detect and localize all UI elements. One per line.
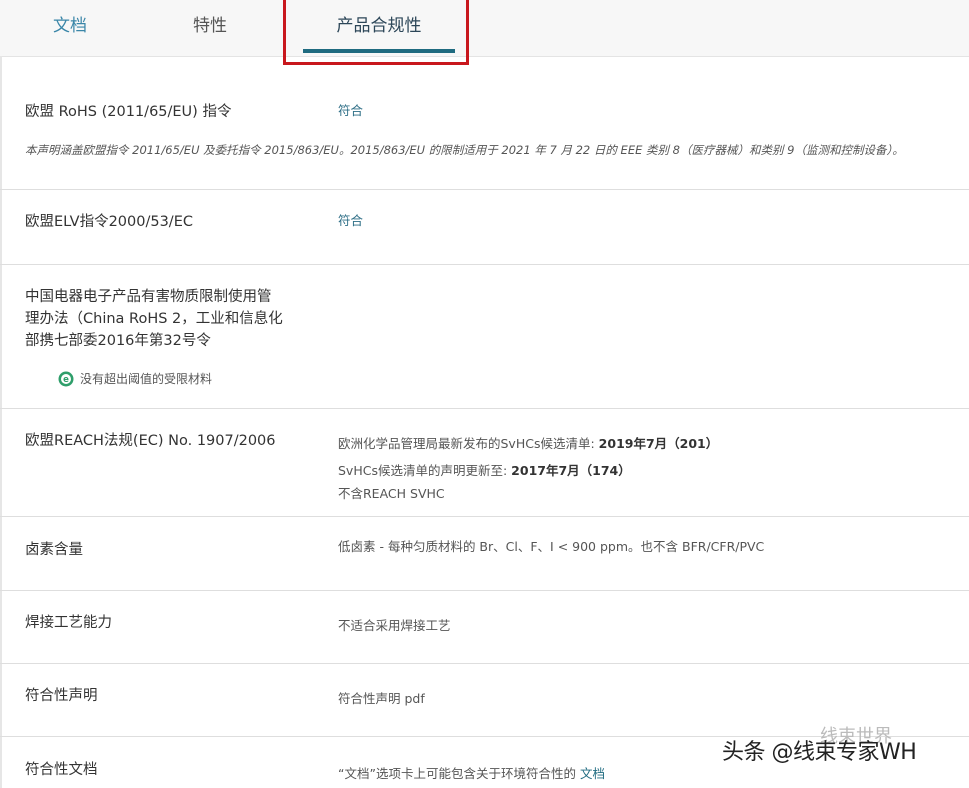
row-solder-process: 焊接工艺能力 不适合采用焊接工艺 [0,590,969,664]
tab-compliance[interactable]: 产品合规性 [303,0,455,56]
reach-line-2: SvHCs候选清单的声明更新至: 2017年7月（174） [338,461,631,481]
row-value: 符合 [338,103,364,118]
row-label: 卤素含量 [25,542,83,558]
row-note: 本声明涵盖欧盟指令 2011/65/EU 及委托指令 2015/863/EU。2… [25,143,904,157]
reach-line-1-text: 欧洲化学品管理局最新发布的SvHCs候选清单: [338,436,599,451]
tab-features[interactable]: 特性 [162,0,258,56]
reach-line-3: 不含REACH SVHC [338,486,445,501]
row-label: 焊接工艺能力 [25,615,112,631]
tab-bar: 文档 特性 产品合规性 [0,0,969,57]
row-halogen: 卤素含量 低卤素 - 每种匀质材料的 Br、Cl、F、I < 900 ppm。也… [0,516,969,591]
declaration-pdf-link[interactable]: 符合性声明 pdf [338,689,425,709]
row-label: 欧盟REACH法规(EC) No. 1907/2006 [25,433,276,449]
china-rohs-badge: e 没有超出阈值的受限材料 [58,369,212,389]
row-china-rohs: 中国电器电子产品有害物质限制使用管 理办法（China RoHS 2，工业和信息… [0,264,969,409]
row-eu-elv: 欧盟ELV指令2000/53/EC 符合 [0,189,969,265]
row-value: “文档”选项卡上可能包含关于环境符合性的 文档 [338,764,605,784]
active-tab-indicator [303,49,455,53]
china-rohs-e-icon: e [58,371,74,387]
reach-line-1: 欧洲化学品管理局最新发布的SvHCs候选清单: 2019年7月（201） [338,434,718,454]
watermark-text: 头条 @线束专家WH [722,740,917,765]
reach-line-1-value: 2019年7月（201） [598,436,719,451]
row-label: 符合性文档 [25,762,98,778]
reach-line-2-text: SvHCs候选清单的声明更新至: [338,463,512,478]
row-label-line-3: 部携七部委2016年第32号令 [25,333,211,349]
reach-line-2-value: 2017年7月（174） [511,463,631,478]
row-label: 符合性声明 [25,688,98,704]
row-label: 欧盟ELV指令2000/53/EC [25,214,193,230]
row-eu-reach: 欧盟REACH法规(EC) No. 1907/2006 欧洲化学品管理局最新发布… [0,408,969,517]
row-label-line-1: 中国电器电子产品有害物质限制使用管 [25,289,272,305]
row-value: 低卤素 - 每种匀质材料的 Br、Cl、F、I < 900 ppm。也不含 BF… [338,539,765,554]
row-eu-rohs: 欧盟 RoHS (2011/65/EU) 指令 符合 本声明涵盖欧盟指令 201… [0,56,969,190]
product-compliance-page: 文档 特性 产品合规性 欧盟 RoHS (2011/65/EU) 指令 符合 本… [0,0,969,788]
row-label-line-2: 理办法（China RoHS 2，工业和信息化 [25,311,283,327]
svg-text:e: e [63,375,69,385]
badge-label: 没有超出阈值的受限材料 [80,372,213,386]
row-value: 不适合采用焊接工艺 [338,618,451,633]
doc-text: “文档”选项卡上可能包含关于环境符合性的 [338,766,580,781]
row-label: 欧盟 RoHS (2011/65/EU) 指令 [25,104,232,120]
tab-docs[interactable]: 文档 [22,0,118,56]
row-value: 符合 [338,213,364,228]
docs-link[interactable]: 文档 [580,766,605,781]
